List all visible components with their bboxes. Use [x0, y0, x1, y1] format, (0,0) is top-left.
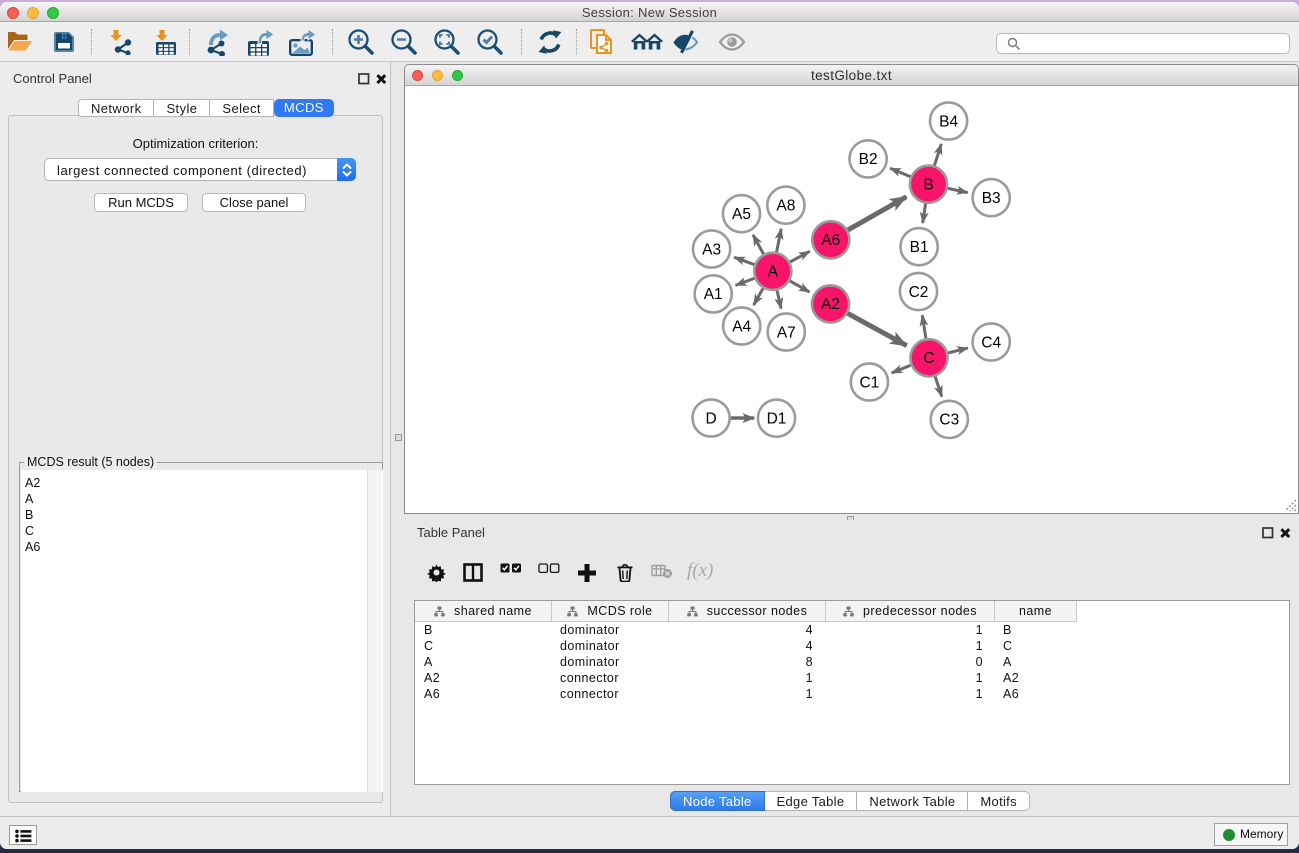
svg-text:A3: A3: [702, 241, 721, 258]
svg-text:D: D: [705, 410, 716, 427]
svg-text:B2: B2: [859, 151, 878, 168]
svg-text:A6: A6: [821, 232, 840, 249]
svg-text:B1: B1: [910, 239, 929, 256]
svg-text:C3: C3: [939, 412, 959, 429]
svg-text:A4: A4: [732, 318, 751, 335]
svg-text:B3: B3: [982, 190, 1001, 207]
svg-text:A5: A5: [732, 206, 751, 223]
svg-text:D1: D1: [767, 411, 787, 428]
svg-text:C: C: [923, 350, 934, 367]
svg-text:A1: A1: [704, 286, 723, 303]
svg-text:C4: C4: [981, 334, 1001, 351]
svg-text:B4: B4: [939, 113, 958, 130]
svg-text:C1: C1: [859, 374, 879, 391]
svg-text:C2: C2: [909, 284, 929, 301]
svg-text:A8: A8: [776, 198, 795, 215]
svg-text:B: B: [923, 177, 933, 194]
svg-text:A7: A7: [777, 324, 796, 341]
svg-text:A2: A2: [821, 296, 840, 313]
svg-text:A: A: [768, 264, 779, 281]
